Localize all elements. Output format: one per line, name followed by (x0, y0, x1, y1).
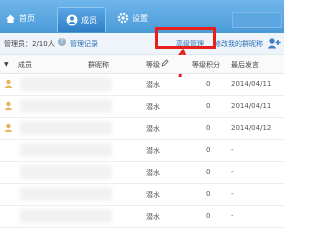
level-cell: 潜水 (146, 147, 160, 155)
column-last-post[interactable]: 最后发言 (231, 60, 259, 70)
user-icon (66, 14, 78, 26)
help-icon[interactable]: ? (58, 38, 66, 46)
level-cell: 潜水 (146, 81, 160, 89)
top-navigation-bar: 首页 成员 设置 (0, 0, 284, 33)
sort-arrow-icon[interactable]: ▼ (4, 61, 9, 68)
points-cell: 0 (206, 212, 211, 220)
table-header: ▼ 成员 群昵称 等级 等级积分 最后发言 (0, 55, 284, 74)
level-cell: 潜水 (146, 169, 160, 177)
blurred-member-name (20, 143, 112, 157)
column-level[interactable]: 等级 (146, 60, 160, 70)
avatar (4, 79, 13, 88)
level-cell: 潜水 (146, 191, 160, 199)
blurred-member-name (20, 77, 112, 91)
blurred-member-name (20, 165, 112, 179)
table-row[interactable]: 潜水 0 2014/04/12 (0, 117, 284, 140)
pencil-icon[interactable] (161, 59, 169, 67)
avatar (4, 101, 13, 110)
home-icon (4, 12, 16, 24)
manage-log-link[interactable]: 管理记录 (70, 39, 98, 49)
last-post-cell: 2014/04/11 (231, 102, 272, 110)
avatar (4, 123, 13, 132)
last-post-cell: 2014/04/11 (231, 80, 272, 88)
highlight-box (155, 27, 216, 49)
level-cell: 潜水 (146, 125, 160, 133)
blurred-member-name (20, 99, 112, 113)
last-post-cell: - (231, 212, 234, 220)
level-cell: 潜水 (146, 103, 160, 111)
tab-members[interactable]: 成员 (57, 7, 106, 32)
points-cell: 0 (206, 168, 211, 176)
top-right-button[interactable] (232, 12, 282, 28)
column-member[interactable]: 成员 (18, 60, 32, 70)
tab-home[interactable]: 首页 (4, 8, 35, 28)
level-cell: 潜水 (146, 213, 160, 221)
column-points[interactable]: 等级积分 (192, 60, 220, 70)
table-row[interactable]: 潜水 0 - (0, 183, 284, 206)
tab-settings[interactable]: 设置 (117, 8, 148, 28)
blurred-member-name (20, 209, 112, 223)
tab-settings-label: 设置 (132, 13, 148, 23)
last-post-cell: - (231, 146, 234, 154)
gear-icon (117, 12, 129, 24)
table-row[interactable]: 潜水 0 - (0, 139, 284, 162)
table-row[interactable]: 潜水 0 - (0, 205, 284, 228)
points-cell: 0 (206, 102, 211, 110)
last-post-cell: - (231, 168, 234, 176)
points-cell: 0 (206, 146, 211, 154)
blurred-member-name (20, 121, 112, 135)
points-cell: 0 (206, 124, 211, 132)
tab-home-label: 首页 (19, 13, 35, 23)
blurred-member-name (20, 187, 112, 201)
edit-nickname-link[interactable]: 修改我的群昵称 (214, 39, 263, 49)
last-post-cell: - (231, 190, 234, 198)
table-row[interactable]: 潜水 0 2014/04/11 (0, 95, 284, 118)
tab-members-label: 成员 (81, 15, 97, 25)
table-row[interactable]: 潜水 0 2014/04/11 (0, 73, 284, 96)
column-nickname[interactable]: 群昵称 (88, 60, 109, 70)
points-cell: 0 (206, 80, 211, 88)
member-info-bar: 管理员：2/10人 ? 管理记录 高级管理 修改我的群昵称 (0, 33, 284, 55)
points-cell: 0 (206, 190, 211, 198)
last-post-cell: 2014/04/12 (231, 124, 272, 132)
add-member-icon[interactable] (267, 37, 281, 49)
table-row[interactable]: 潜水 0 - (0, 161, 284, 184)
admin-count: 管理员：2/10人 (4, 40, 55, 48)
